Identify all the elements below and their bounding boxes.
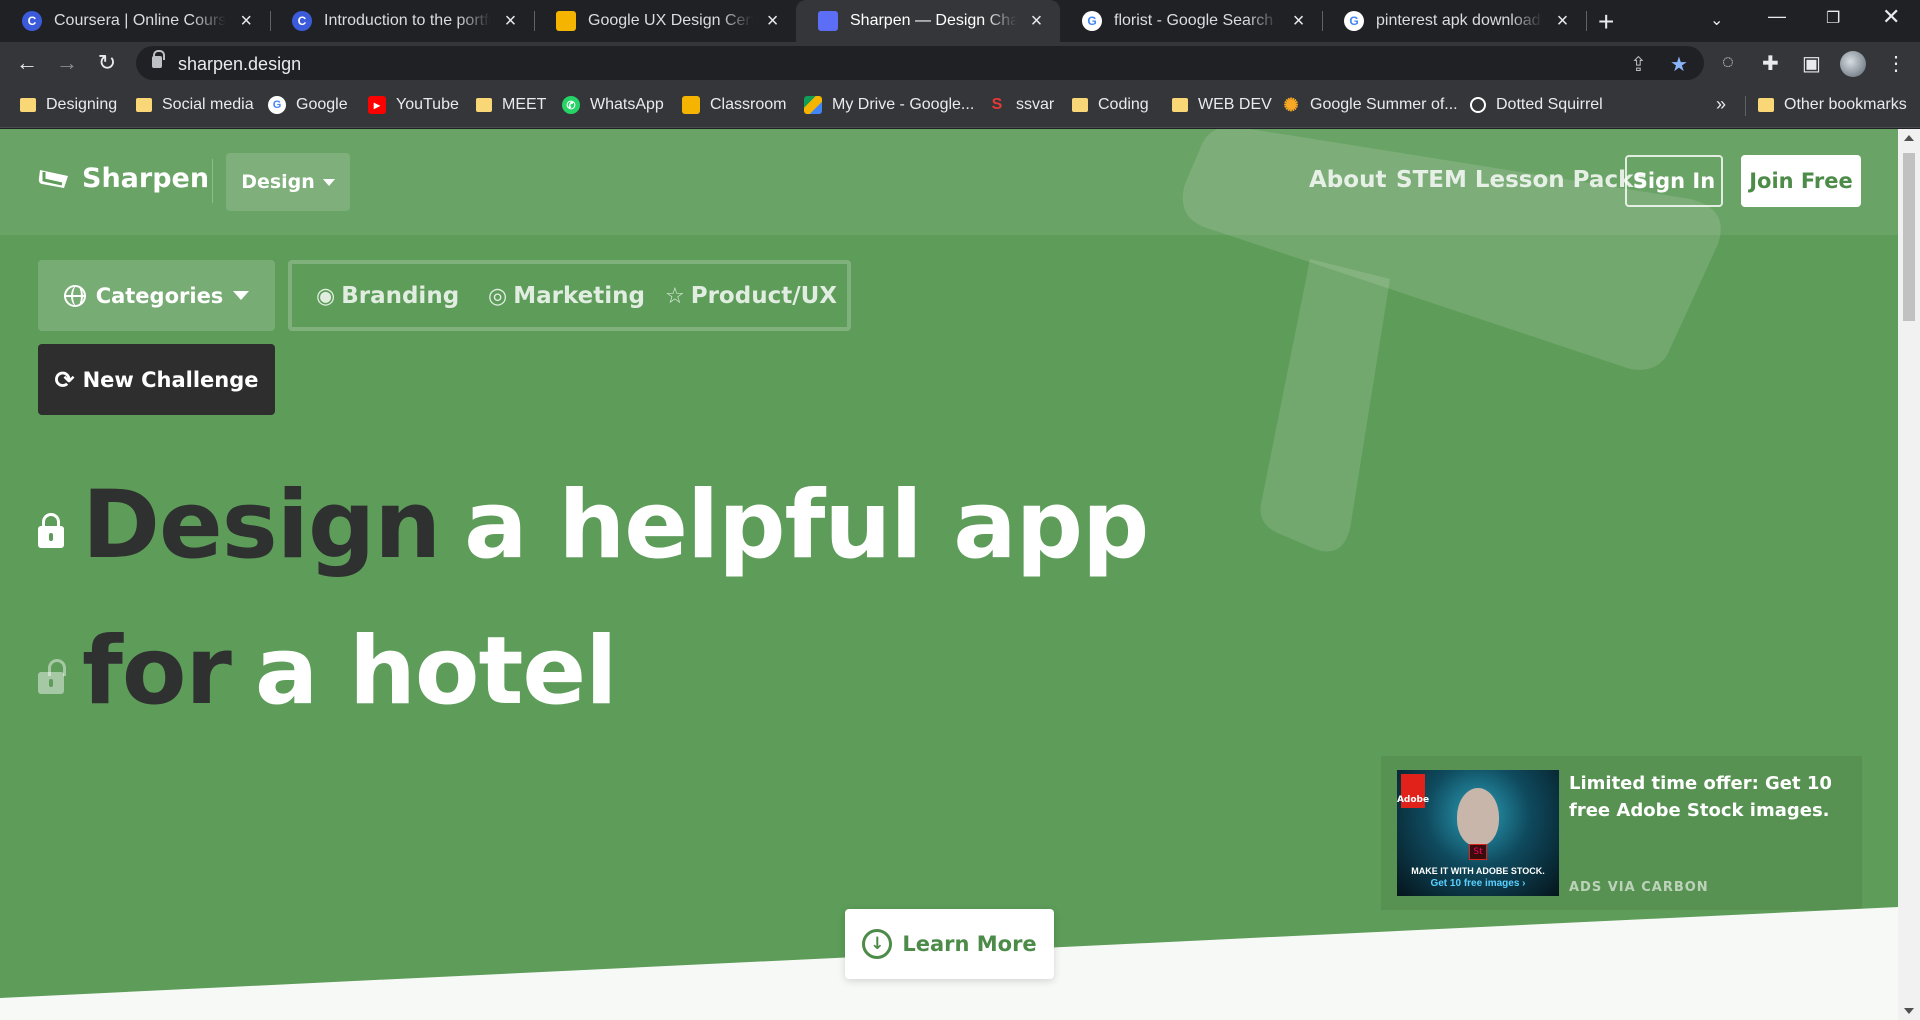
browser-tab[interactable]: G pinterest apk download - Google Search… [1322,0,1586,42]
folder-icon [476,98,492,112]
menu-icon[interactable]: ⋮ [1886,51,1906,76]
coursera-icon: C [22,11,42,31]
scrollbar-thumb[interactable] [1903,153,1915,321]
classroom-icon [682,96,700,114]
folder-icon [1172,98,1188,112]
tab-title: Introduction to the portfolio [324,12,491,29]
close-window-icon[interactable]: ✕ [1882,4,1900,30]
bookmark-label: MEET [502,96,547,113]
bookmark-google[interactable]: G Google [268,96,348,114]
google-icon: G [1344,11,1364,31]
bookmark-label: Other bookmarks [1784,96,1907,113]
learn-more-label: Learn More [902,932,1037,956]
bookmark-my-drive[interactable]: My Drive - Google... [804,96,974,114]
close-icon[interactable]: × [1027,10,1046,33]
bookmark-label: Social media [162,96,254,113]
browser-tab-active[interactable]: Sharpen — Design Challenges × [796,0,1060,42]
bookmark-label: Dotted Squirrel [1496,96,1603,113]
scroll-up-arrow-icon[interactable] [1904,135,1914,141]
tab-title: florist - Google Search [1114,12,1274,29]
bookmark-label: WhatsApp [590,96,664,113]
restore-icon[interactable]: ❐ [1826,8,1840,28]
close-icon[interactable]: × [1289,10,1308,33]
sharpen-icon [818,11,838,31]
circle-icon [1470,97,1486,113]
close-icon[interactable]: × [1553,10,1572,33]
folder-icon [20,98,36,112]
bookmark-dotted-squirrel[interactable]: Dotted Squirrel [1470,96,1603,114]
close-icon[interactable]: × [236,10,256,33]
bookmark-other[interactable]: Other bookmarks [1758,96,1907,114]
bookmark-gsoc[interactable]: ✺ Google Summer of... [1282,94,1458,115]
lock-icon[interactable] [152,50,165,68]
bookmark-social-media[interactable]: Social media [136,96,254,114]
address-bar[interactable]: sharpen.design ⇪ ★ [136,46,1704,80]
tab-separator [1586,11,1587,31]
folder-icon [1072,98,1088,112]
bookmark-label: ssvar [1016,96,1055,113]
forward-icon[interactable]: → [54,50,80,76]
browser-tab[interactable]: C Coursera | Online Courses & Credential… [0,0,270,42]
tab-title: pinterest apk download - Google Search [1376,12,1543,29]
bookmark-whatsapp[interactable]: ✆ WhatsApp [562,96,664,114]
slides-icon [556,11,576,31]
folder-icon [136,98,152,112]
bookmark-star-icon[interactable]: ★ [1670,52,1688,77]
browser-tab[interactable]: C Introduction to the portfolio × [270,0,534,42]
bookmark-label: Google [296,96,348,113]
new-tab-button[interactable]: + [1598,6,1614,38]
tab-search-icon[interactable]: ⌄ [1710,10,1723,30]
bookmarks-bar: Designing Social media G Google ▶ YouTube … [0,84,1920,128]
page-bottom-divider [0,907,1898,1020]
ssvar-icon: S [991,96,1003,113]
sharpen-page: Sharpen Design About STEM Lesson Packs S… [0,129,1898,1020]
bookmark-label: Google Summer of... [1310,96,1458,113]
tab-title: Google UX Design Certificate [588,12,754,29]
bookmark-label: Designing [46,96,118,113]
minimize-icon[interactable]: — [1768,6,1786,27]
google-icon: G [1082,11,1102,31]
reload-icon[interactable]: ↻ [94,50,120,76]
bookmark-coding[interactable]: Coding [1072,96,1149,114]
folder-icon [1758,98,1774,112]
profile-avatar[interactable] [1840,51,1866,77]
url-text[interactable]: sharpen.design [178,54,301,75]
bookmarks-divider [1745,96,1746,116]
close-icon[interactable]: × [501,10,520,33]
tab-title: Coursera | Online Courses & Credentials … [54,12,227,29]
drive-icon [804,96,822,114]
learn-more-button[interactable]: ↓ Learn More [845,909,1054,979]
whatsapp-icon: ✆ [562,96,580,114]
bookmark-label: Coding [1098,96,1149,113]
browser-tab[interactable]: G florist - Google Search × [1060,0,1322,42]
browser-tab[interactable]: Google UX Design Certificate × [534,0,796,42]
bookmark-label: Classroom [710,96,787,113]
bookmark-label: My Drive - Google... [832,96,975,113]
coursera-icon: C [292,11,312,31]
bookmark-designing[interactable]: Designing [20,96,117,114]
gsoc-icon: ✺ [1283,94,1299,115]
extensions-icon[interactable]: ✚ [1762,51,1779,76]
google-icon: G [268,96,286,114]
bookmark-label: YouTube [396,96,459,113]
browser-tab-strip: C Coursera | Online Courses & Credential… [0,0,1920,42]
side-panel-icon[interactable]: ▣ [1802,51,1821,76]
bookmark-youtube[interactable]: ▶ YouTube [368,96,459,114]
bookmark-meet[interactable]: MEET [476,96,546,114]
more-bookmarks-icon[interactable]: » [1716,94,1726,115]
bookmark-label: WEB DEV [1198,96,1272,113]
close-icon[interactable]: × [763,10,782,33]
page-scrollbar[interactable] [1898,129,1920,1020]
browser-toolbar: ← → ↻ sharpen.design ⇪ ★ ◌ ✚ ▣ ⋮ [0,42,1920,84]
back-icon[interactable]: ← [14,50,40,76]
arrow-down-circle-icon: ↓ [862,929,893,959]
bookmark-classroom[interactable]: Classroom [682,96,786,114]
share-icon[interactable]: ⇪ [1630,52,1647,77]
youtube-icon: ▶ [368,96,386,114]
tab-title: Sharpen — Design Challenges [850,12,1017,29]
bookmark-web-dev[interactable]: WEB DEV [1172,96,1272,114]
bookmark-ssvar[interactable]: Sssvar [988,96,1055,114]
scroll-down-arrow-icon[interactable] [1904,1008,1914,1014]
sync-icon[interactable]: ◌ [1722,51,1734,74]
